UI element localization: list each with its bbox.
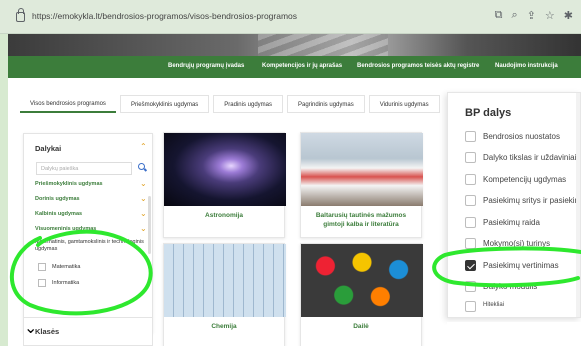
level-tabs: Visos bendrosios programos Priešmokyklin…	[20, 95, 440, 113]
filter-group-preschool[interactable]: Priešmokyklinis ugdymas	[35, 181, 103, 187]
bp-panel-scrollbar[interactable]	[576, 93, 580, 317]
chevron-down-icon[interactable]: ⌄	[140, 224, 147, 233]
bp-item-label: Pasiekimų raida	[483, 218, 540, 227]
nav-item-instructions[interactable]: Naudojimo instrukcija	[495, 63, 558, 69]
checkbox[interactable]	[465, 131, 476, 142]
chevron-down-icon[interactable]: ⌄	[140, 209, 147, 218]
checkbox[interactable]	[465, 238, 476, 249]
bp-item-label: Mokymo(si) turinys	[483, 239, 551, 248]
nav-item-competences[interactable]: Kompetencijos ir jų aprašas	[262, 63, 342, 69]
bp-item-label: Hitekliai	[483, 302, 505, 308]
option-label-matematika: Matematika	[52, 264, 81, 270]
tab-secondary[interactable]: Vidurinis ugdymas	[368, 95, 440, 113]
chevron-up-icon[interactable]: ⌃	[140, 142, 147, 151]
filter-group-moral[interactable]: Dorinis ugdymas	[35, 196, 80, 202]
filter-scrollbar[interactable]	[148, 196, 151, 254]
nav-item-intro[interactable]: Bendrųjų programų įvadas	[168, 63, 244, 69]
subject-card-belarusian[interactable]: Baltarusių tautinės mažumos gimtoji kalb…	[300, 132, 423, 238]
bp-item-label: Dalyko tikslas ir uždaviniai	[483, 153, 577, 162]
flag-crowd-image	[301, 133, 423, 206]
classes-title: Klasės	[35, 327, 60, 336]
translate-icon[interactable]: ⧉	[495, 9, 503, 22]
chevron-down-icon[interactable]: ⌄	[140, 179, 147, 188]
nav-item-legal-register[interactable]: Bendrosios programos teisės aktų registr…	[357, 63, 479, 69]
filter-group-language[interactable]: Kalbinis ugdymas	[35, 211, 82, 217]
address-bar[interactable]: https://emokykla.lt/bendrosios-programos…	[32, 11, 297, 21]
hero-banner	[8, 34, 581, 58]
subject-card-astronomy[interactable]: Astronomija	[163, 132, 286, 238]
subjects-filter-panel: Dalykai ⌃ Dalykų paieška Priešmokyklinis…	[23, 133, 153, 333]
filter-group-social[interactable]: Visuomeninis ugdymas	[35, 226, 96, 232]
bp-item-label: Dalyko modulis	[483, 282, 538, 291]
checkbox[interactable]	[465, 174, 476, 185]
main-nav: Bendrųjų programų įvadas Kompetencijos i…	[8, 56, 581, 78]
tab-primary[interactable]: Pradinis ugdymas	[213, 95, 283, 113]
subject-card-chemistry[interactable]: Chemija	[163, 243, 286, 346]
filter-group-math-science[interactable]: Matematinis, gamtamokslinis ir technolog…	[35, 239, 145, 253]
tab-preschool[interactable]: Priešmokyklinis ugdymas	[119, 95, 210, 113]
bp-item-label: Bendrosios nuostatos	[483, 132, 560, 141]
search-icon[interactable]	[138, 163, 145, 170]
card-title: Dailė	[353, 323, 369, 330]
tab-all-programs[interactable]: Visos bendrosios programos	[20, 95, 116, 113]
bp-panel-title: BP dalys	[465, 107, 512, 119]
filter-title: Dalykai	[35, 144, 62, 153]
tab-basic[interactable]: Pagrindinis ugdymas	[287, 95, 365, 113]
option-label-informatika: Informatika	[52, 280, 80, 286]
card-title: Chemija	[211, 323, 237, 330]
bp-item-label: Kompetencijų ugdymas	[483, 175, 567, 184]
chevron-down-icon[interactable]: ⌄	[140, 194, 147, 203]
card-title: Baltarusių tautinės mažumos gimtoji kalb…	[315, 212, 407, 228]
checkbox[interactable]	[465, 195, 476, 206]
checkbox-informatika[interactable]	[38, 279, 46, 287]
subject-search-input[interactable]: Dalykų paieška	[36, 162, 132, 175]
bp-parts-panel: BP dalys Bendrosios nuostatos Dalyko tik…	[447, 92, 581, 318]
subject-card-art[interactable]: Dailė	[300, 243, 423, 346]
page-background-strip	[447, 322, 581, 346]
extensions-icon[interactable]: ✱	[564, 9, 573, 22]
zoom-icon[interactable]: ⌕	[512, 9, 518, 22]
nebula-image	[164, 133, 286, 206]
browser-toolbar: https://emokykla.lt/bendrosios-programos…	[0, 0, 581, 34]
checkbox[interactable]	[465, 217, 476, 228]
share-icon[interactable]: ⇪	[527, 9, 536, 22]
lock-icon[interactable]	[16, 8, 25, 22]
checkbox[interactable]	[465, 152, 476, 163]
checkbox[interactable]	[465, 301, 476, 312]
bp-item-label: Pasiekimų vertinimas	[483, 261, 559, 270]
browser-actions: ⧉ ⌕ ⇪ ☆ ✱	[495, 9, 573, 22]
checkbox-matematika[interactable]	[38, 263, 46, 271]
periodic-table-image	[164, 244, 286, 317]
paint-pots-image	[301, 244, 423, 317]
checkbox[interactable]	[465, 281, 476, 292]
card-title: Astronomija	[205, 212, 243, 219]
bp-item-label: Pasiekimų sritys ir pasiekimai	[483, 196, 581, 205]
checkbox-checked[interactable]	[465, 260, 476, 271]
classes-filter-panel: Klasės ⌄	[23, 317, 153, 346]
bookmark-star-icon[interactable]: ☆	[545, 9, 555, 22]
